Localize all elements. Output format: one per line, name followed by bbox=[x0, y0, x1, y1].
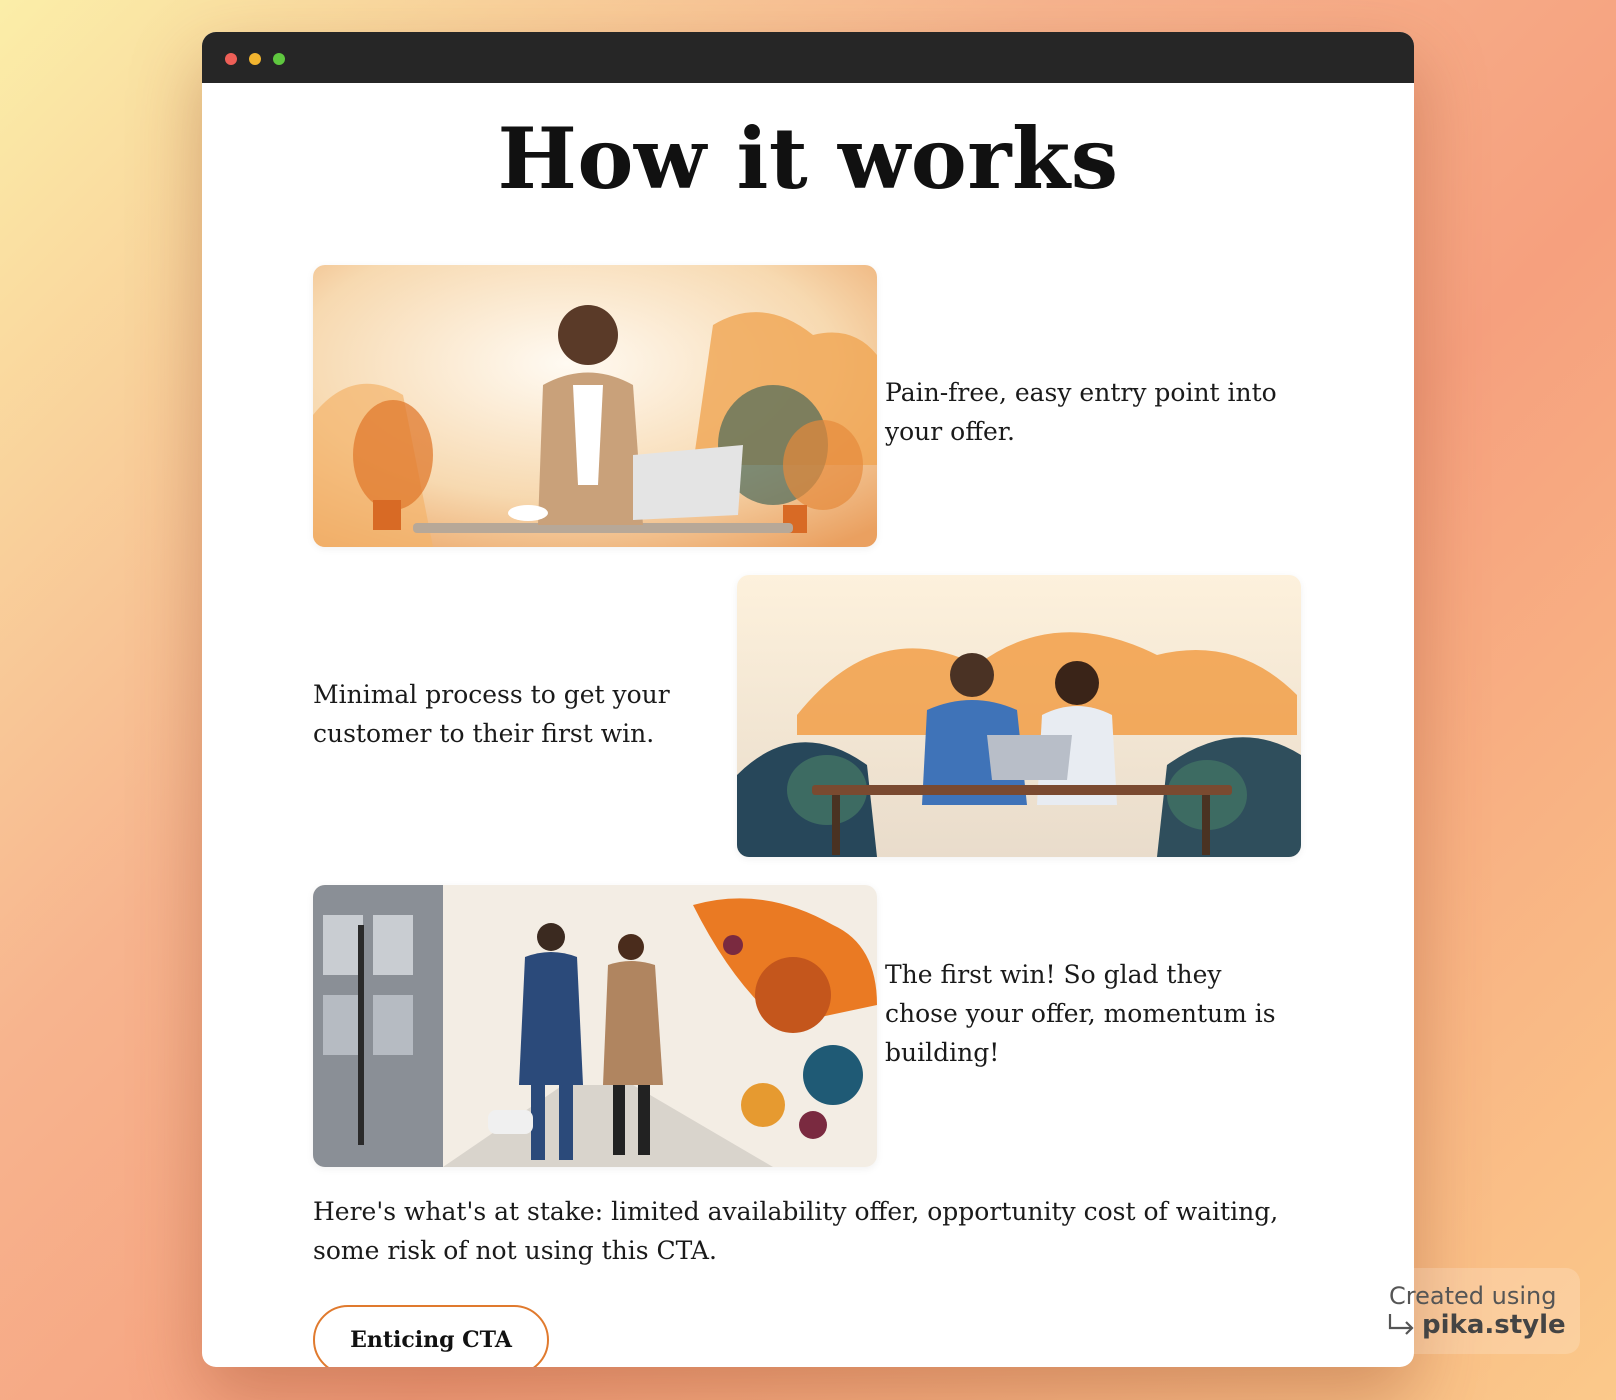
step-2-text: Minimal process to get your customer to … bbox=[313, 680, 670, 748]
maximize-window-icon[interactable] bbox=[273, 53, 285, 65]
watermark-brand: pika.style bbox=[1422, 1310, 1566, 1340]
window-titlebar bbox=[202, 32, 1414, 83]
minimize-window-icon[interactable] bbox=[249, 53, 261, 65]
couple-walking-city-illustration bbox=[313, 885, 877, 1167]
stakes-text: Here's what's at stake: limited availabi… bbox=[313, 1197, 1279, 1265]
watermark-created-using: Created using bbox=[1389, 1282, 1557, 1310]
step-1-text: Pain-free, easy entry point into your of… bbox=[885, 378, 1277, 446]
close-window-icon[interactable] bbox=[225, 53, 237, 65]
couple-at-laptop-illustration bbox=[737, 575, 1301, 857]
woman-with-laptop-illustration bbox=[313, 265, 877, 547]
arrow-right-icon bbox=[1388, 1314, 1414, 1335]
page-title: How it works bbox=[497, 109, 1119, 208]
step-3-text: The first win! So glad they chose your o… bbox=[885, 960, 1276, 1067]
cta-button[interactable]: Enticing CTA bbox=[313, 1305, 549, 1367]
browser-window: How it works Pain-free, easy entry point… bbox=[202, 32, 1414, 1367]
pika-style-watermark[interactable]: Created using pika.style bbox=[1375, 1268, 1580, 1354]
